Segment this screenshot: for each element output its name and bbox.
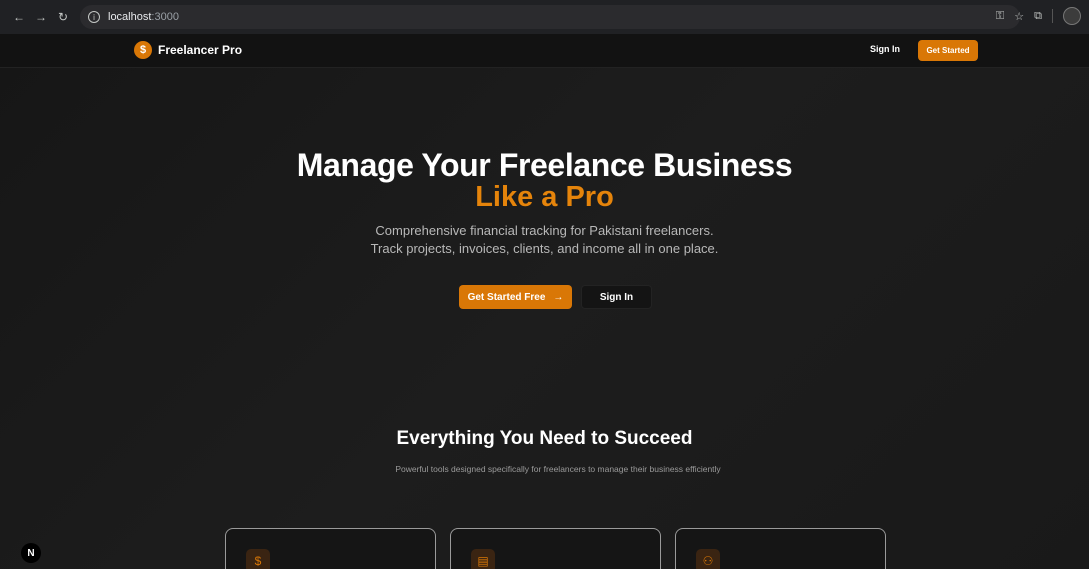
profile-avatar[interactable] (1063, 7, 1081, 25)
dollar-icon: $ (246, 549, 270, 569)
hero-signin-button[interactable]: Sign In (581, 285, 652, 309)
address-bar[interactable]: i localhost:3000 (80, 5, 1020, 29)
forward-icon[interactable]: → (30, 6, 52, 28)
nav-get-started-button[interactable]: Get Started (918, 40, 978, 61)
hero-title-highlight: Like a Pro (475, 181, 614, 213)
hero-title: Manage Your Freelance Business (296, 147, 793, 183)
feature-card-income[interactable]: $ (225, 528, 436, 569)
feature-card-invoices[interactable]: ▤ (450, 528, 661, 569)
hero-subtitle: Comprehensive financial tracking for Pak… (0, 222, 1089, 258)
brand-logo[interactable]: $ Freelancer Pro (134, 41, 242, 59)
reload-icon[interactable]: ↻ (52, 6, 74, 28)
brand-name: Freelancer Pro (158, 43, 243, 57)
features-title: Everything You Need to Succeed (396, 428, 693, 449)
extensions-icon[interactable]: ⧉ (1034, 10, 1042, 23)
bookmark-star-icon[interactable]: ☆ (1014, 10, 1024, 23)
users-icon: ⚇ (696, 549, 720, 569)
get-started-free-label: Get Started Free (467, 291, 546, 303)
hero-subtitle-line1: Comprehensive financial tracking for Pak… (375, 223, 714, 238)
features-subtitle: Powerful tools designed specifically for… (395, 464, 721, 474)
landing-page: $ Freelancer Pro Sign In Get Started Man… (0, 34, 1089, 569)
url-host: localhost (108, 11, 152, 23)
nextjs-dev-badge[interactable]: N (21, 543, 41, 563)
site-info-icon[interactable]: i (88, 11, 100, 23)
toolbar-divider (1052, 9, 1053, 23)
nav-signin-link[interactable]: Sign In (870, 44, 900, 54)
browser-toolbar: ← → ↻ i localhost:3000 ⚿ ☆ ⧉ (0, 0, 1089, 34)
arrow-right-icon: → (553, 291, 564, 303)
password-key-icon[interactable]: ⚿ (996, 10, 1004, 23)
url-port: :3000 (151, 11, 179, 23)
feature-card-clients[interactable]: ⚇ (675, 528, 886, 569)
document-icon: ▤ (471, 549, 495, 569)
get-started-free-button[interactable]: Get Started Free → (459, 285, 572, 309)
dollar-logo-icon: $ (134, 41, 152, 59)
back-icon[interactable]: ← (8, 6, 30, 28)
top-navbar: $ Freelancer Pro Sign In Get Started (0, 34, 1089, 68)
hero-subtitle-line2: Track projects, invoices, clients, and i… (370, 241, 719, 256)
